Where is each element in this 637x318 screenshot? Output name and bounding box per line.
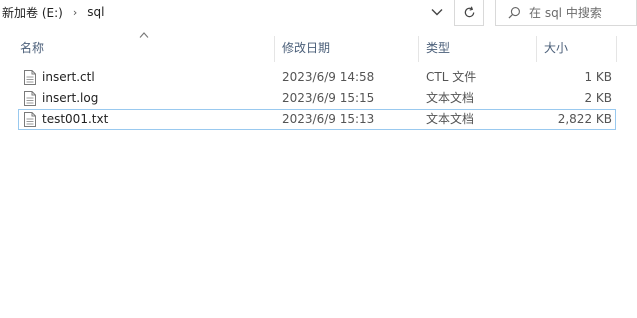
address-bar-row: 新加卷 (E:) › sql 在 sql 中搜索: [0, 0, 637, 28]
file-name: insert.ctl: [42, 70, 95, 84]
file-size: 2,822 KB: [557, 112, 612, 126]
column-header-name[interactable]: 名称: [20, 36, 274, 62]
refresh-button[interactable]: [454, 0, 484, 26]
breadcrumb[interactable]: 新加卷 (E:) › sql: [0, 0, 452, 24]
chevron-down-icon: [431, 9, 443, 16]
column-divider[interactable]: [536, 36, 537, 62]
file-type: 文本文档: [426, 91, 475, 105]
breadcrumb-item-drive[interactable]: 新加卷 (E:): [2, 4, 63, 21]
column-divider[interactable]: [274, 36, 275, 62]
file-row-selected[interactable]: test001.txt 2023/6/9 15:13 文本文档 2,822 KB: [18, 109, 616, 130]
column-divider[interactable]: [418, 36, 419, 62]
file-type: CTL 文件: [426, 70, 477, 84]
file-explorer: 新加卷 (E:) › sql 在 sql 中搜索 名称 修改日期 类型 大小 i…: [0, 0, 637, 318]
search-placeholder: 在 sql 中搜索: [529, 6, 602, 20]
column-divider[interactable]: [616, 36, 617, 62]
file-name: insert.log: [42, 91, 99, 105]
file-row[interactable]: insert.log 2023/6/9 15:15 文本文档 2 KB: [18, 88, 616, 109]
refresh-icon: [464, 6, 474, 18]
file-name: test001.txt: [42, 112, 109, 126]
breadcrumb-item-folder[interactable]: sql: [87, 5, 104, 19]
document-icon: [24, 91, 36, 106]
file-row[interactable]: insert.ctl 2023/6/9 14:58 CTL 文件 1 KB: [18, 67, 616, 88]
file-type: 文本文档: [426, 112, 475, 126]
document-icon: [24, 70, 36, 85]
file-size: 1 KB: [584, 70, 612, 84]
column-header-type[interactable]: 类型: [426, 36, 536, 62]
search-icon: [508, 7, 520, 19]
column-header-row: 名称 修改日期 类型 大小: [0, 36, 637, 62]
column-header-modified[interactable]: 修改日期: [282, 36, 418, 62]
column-header-size[interactable]: 大小: [544, 36, 616, 62]
document-icon: [24, 112, 36, 127]
file-modified: 2023/6/9 14:58: [282, 70, 375, 84]
search-input[interactable]: 在 sql 中搜索: [495, 0, 637, 26]
file-size: 2 KB: [584, 91, 612, 105]
file-modified: 2023/6/9 15:13: [282, 112, 375, 126]
file-modified: 2023/6/9 15:15: [282, 91, 375, 105]
address-dropdown-button[interactable]: [425, 0, 449, 24]
breadcrumb-separator-icon[interactable]: ›: [69, 6, 81, 19]
